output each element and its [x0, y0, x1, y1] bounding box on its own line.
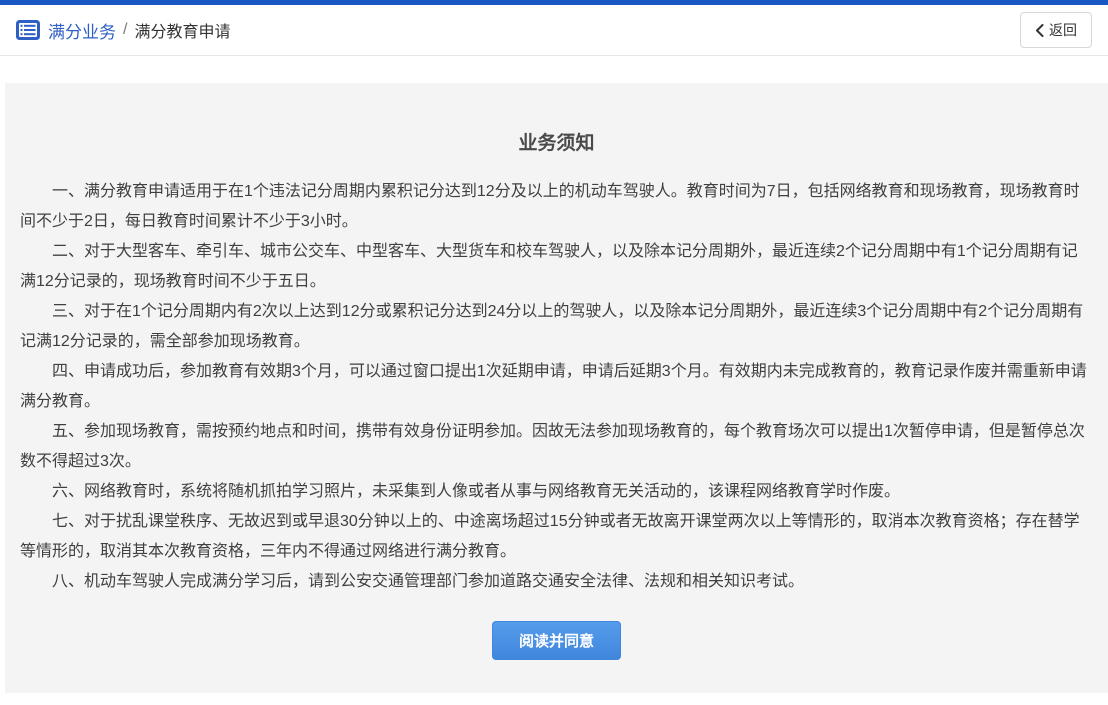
agree-button[interactable]: 阅读并同意: [492, 621, 621, 660]
breadcrumb-section-link[interactable]: 满分业务: [48, 18, 116, 43]
notice-paragraph: 六、网络教育时，系统将随机抓拍学习照片，未采集到人像或者从事与网络教育无关活动的…: [20, 477, 1093, 507]
agree-button-row: 阅读并同意: [20, 621, 1093, 660]
notice-paragraph: 三、对于在1个记分周期内有2次以上达到12分或累积记分达到24分以上的驾驶人，以…: [20, 297, 1093, 357]
notice-paragraph: 八、机动车驾驶人完成满分学习后，请到公安交通管理部门参加道路交通安全法律、法规和…: [20, 567, 1093, 597]
notice-paragraph: 五、参加现场教育，需按预约地点和时间，携带有效身份证明参加。因故无法参加现场教育…: [20, 417, 1093, 477]
list-icon: [16, 20, 40, 40]
notice-panel: 业务须知 一、满分教育申请适用于在1个违法记分周期内累积记分达到12分及以上的机…: [5, 83, 1108, 693]
breadcrumb-current-page: 满分教育申请: [134, 18, 230, 42]
notice-body: 一、满分教育申请适用于在1个违法记分周期内累积记分达到12分及以上的机动车驾驶人…: [20, 177, 1093, 597]
notice-paragraph: 四、申请成功后，参加教育有效期3个月，可以通过窗口提出1次延期申请，申请后延期3…: [20, 357, 1093, 417]
notice-paragraph: 一、满分教育申请适用于在1个违法记分周期内累积记分达到12分及以上的机动车驾驶人…: [20, 177, 1093, 237]
back-button[interactable]: 返回: [1020, 12, 1092, 48]
notice-title: 业务须知: [20, 128, 1093, 155]
breadcrumb: 满分业务 / 满分教育申请: [16, 18, 230, 43]
notice-paragraph: 二、对于大型客车、牵引车、城市公交车、中型客车、大型货车和校车驾驶人，以及除本记…: [20, 237, 1093, 297]
back-button-label: 返回: [1049, 20, 1077, 40]
notice-paragraph: 七、对于扰乱课堂秩序、无故迟到或早退30分钟以上的、中途离场超过15分钟或者无故…: [20, 507, 1093, 567]
breadcrumb-separator: /: [123, 21, 127, 39]
chevron-left-icon: [1035, 24, 1044, 37]
page-header: 满分业务 / 满分教育申请 返回: [0, 5, 1108, 56]
